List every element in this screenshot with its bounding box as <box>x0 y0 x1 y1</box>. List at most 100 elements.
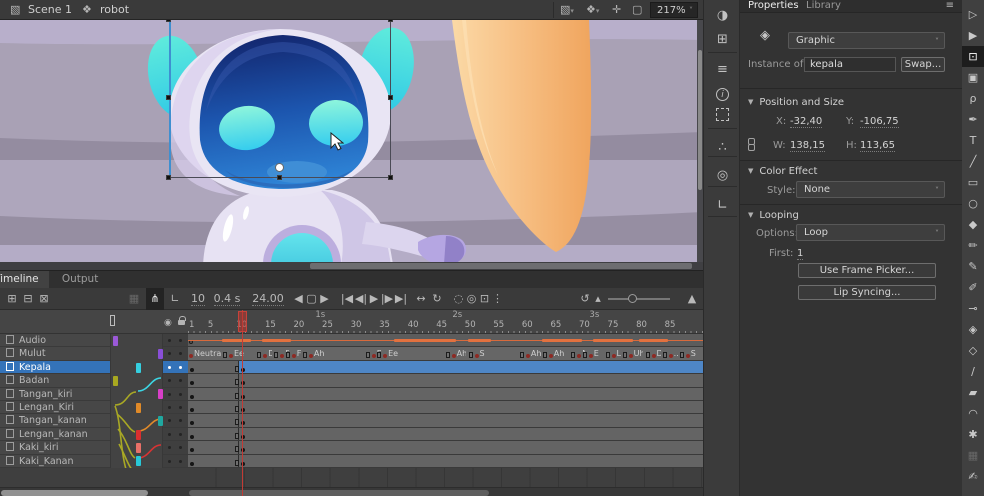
visibility-dot[interactable] <box>168 393 171 396</box>
asset-warp-tool-icon[interactable]: ✱ <box>962 424 984 445</box>
layer-toggles-tangan_kanan[interactable] <box>163 414 188 427</box>
lip-sync-keyframe[interactable] <box>652 354 656 358</box>
instance-name-field[interactable]: kepala <box>804 57 896 72</box>
lock-dot[interactable] <box>179 393 182 396</box>
layer-row-mulut[interactable]: Mulut <box>0 347 110 360</box>
visibility-dot[interactable] <box>168 366 171 369</box>
lock-dot[interactable] <box>179 419 182 422</box>
delete-layer-icon[interactable]: ⊠ <box>36 288 52 310</box>
lasso-tool-icon[interactable]: ρ <box>962 88 984 109</box>
clip-content-icon[interactable]: ▢ <box>632 0 642 20</box>
layer-row-lengan_kiri[interactable]: Lengan_Kiri <box>0 401 110 414</box>
canvas-vscroll-thumb[interactable] <box>698 50 702 190</box>
first-frame-value[interactable]: 1 <box>797 248 803 260</box>
layer-toggles-badan[interactable] <box>163 374 188 387</box>
style-dropdown[interactable]: None˅ <box>796 181 945 198</box>
goto-first-frame-icon[interactable]: |◀ <box>340 288 354 310</box>
center-frame-icon[interactable]: ✛ <box>612 0 621 20</box>
transform-handle-mid-right[interactable] <box>388 95 393 100</box>
text-tool-icon[interactable]: T <box>962 130 984 151</box>
visibility-dot[interactable] <box>168 419 171 422</box>
lock-column-icon[interactable] <box>178 320 185 325</box>
frame-span[interactable] <box>188 401 239 413</box>
lock-dot[interactable] <box>179 366 182 369</box>
tab-timeline[interactable]: Timeline <box>0 271 49 288</box>
symbol-breadcrumb[interactable]: robot <box>100 0 129 20</box>
frame-span[interactable] <box>188 441 239 453</box>
edit-scene-icon[interactable]: ▧▾ <box>560 0 574 20</box>
x-value[interactable]: -32,40 <box>790 116 822 128</box>
step-back-icon[interactable]: ◀| <box>354 288 368 310</box>
visibility-column-icon[interactable]: ◉ <box>164 318 172 328</box>
oval-tool-icon[interactable]: ○ <box>962 193 984 214</box>
elapsed-time-counter[interactable]: 0.4 s <box>213 288 241 310</box>
frame-span[interactable] <box>188 455 239 467</box>
keyframe[interactable] <box>190 421 194 425</box>
lip-sync-keyframe[interactable] <box>475 354 479 358</box>
canvas-hscroll-thumb[interactable] <box>310 263 692 269</box>
color-panel-icon[interactable]: ◑ <box>704 4 741 28</box>
layer-row-tangan_kanan[interactable]: Tangan_kanan <box>0 414 110 427</box>
onion-skin-icon[interactable]: ◌ <box>452 288 465 310</box>
camera-tool-icon[interactable]: ▦ <box>962 445 984 466</box>
use-frame-picker-button[interactable]: Use Frame Picker... <box>798 263 936 278</box>
frame-span[interactable] <box>239 401 707 413</box>
transform-handle-bottom-left[interactable] <box>166 175 171 180</box>
visibility-dot[interactable] <box>168 460 171 463</box>
loop-playback-icon[interactable]: ↻ <box>430 288 444 310</box>
keyframe[interactable] <box>190 381 194 385</box>
w-value[interactable]: 138,15 <box>790 140 825 152</box>
timeline-zoom-knob[interactable] <box>628 294 637 303</box>
frame-span[interactable] <box>188 388 239 400</box>
current-frame-counter[interactable]: 10 <box>189 288 207 310</box>
frame-span[interactable] <box>239 374 707 386</box>
frames-row-lengan_kanan[interactable] <box>188 428 703 441</box>
rig-swatch-lengan_kiri[interactable] <box>136 403 141 413</box>
frames-row-mulut[interactable]: NeutralEeDEeFAhDEeAhSAhAhMELUhD..S <box>188 347 703 360</box>
visibility-dot[interactable] <box>168 433 171 436</box>
paint-bucket-tool-icon[interactable]: ◈ <box>962 319 984 340</box>
frames-row-audio[interactable] <box>188 334 703 347</box>
play-icon[interactable]: ▶ <box>368 288 380 310</box>
section-color-effect[interactable]: ▼Color Effect <box>748 166 817 177</box>
frame-span[interactable] <box>239 441 707 453</box>
lock-dot[interactable] <box>179 433 182 436</box>
h-value[interactable]: 113,65 <box>860 140 895 152</box>
frames-row-lengan_kiri[interactable] <box>188 401 703 414</box>
keyframe[interactable] <box>190 435 194 439</box>
layer-toggles-lengan_kanan[interactable] <box>163 428 188 441</box>
pen-tool-icon[interactable]: ✒ <box>962 109 984 130</box>
layer-toggles-tangan_kiri[interactable] <box>163 388 188 401</box>
selection-tool-icon[interactable]: ▷ <box>962 4 984 25</box>
next-keyframe-icon[interactable]: ▶ <box>318 288 331 310</box>
lock-dot[interactable] <box>179 352 182 355</box>
camera-icon[interactable]: ▦ <box>126 288 142 310</box>
layer-row-badan[interactable]: Badan <box>0 374 110 387</box>
align-panel-icon[interactable]: ≡ <box>704 58 741 82</box>
frames-row-kaki_kiri[interactable] <box>188 441 703 454</box>
layer-row-kaki_kanan[interactable]: Kaki_Kanan <box>0 455 110 468</box>
transform-handle-bottom-right[interactable] <box>388 175 393 180</box>
zoom-out-timeline-icon[interactable]: ▴ <box>592 288 604 310</box>
width-tool-icon[interactable]: ◠ <box>962 403 984 424</box>
y-value[interactable]: -106,75 <box>860 116 899 128</box>
transform-handle-mid-left[interactable] <box>166 95 171 100</box>
frame-rate-counter[interactable]: 24.00 fps <box>246 288 290 310</box>
keyframe[interactable] <box>190 368 194 372</box>
graph-editor-icon[interactable]: ∟ <box>166 288 184 310</box>
frames-row-kaki_kanan[interactable] <box>188 455 703 468</box>
keyframe[interactable] <box>190 448 194 452</box>
link-dimensions-icon[interactable] <box>746 138 756 150</box>
zoom-in-timeline-icon[interactable]: ▲ <box>684 288 700 310</box>
frame-span[interactable] <box>239 361 707 373</box>
layer-row-kaki_kiri[interactable]: Kaki_kiri <box>0 441 110 454</box>
subselection-tool-icon[interactable]: ▶ <box>962 25 984 46</box>
rig-swatch-badan[interactable] <box>113 376 118 386</box>
rectangle-tool-icon[interactable]: ▭ <box>962 172 984 193</box>
timeline-zoom-slider[interactable] <box>608 298 670 300</box>
bone-tool-icon[interactable]: ⊸ <box>962 298 984 319</box>
lock-dot[interactable] <box>179 406 182 409</box>
behavior-dropdown[interactable]: Graphic˅ <box>788 32 945 49</box>
show-parenting-view-icon[interactable]: ⋔ <box>146 288 164 310</box>
layer-row-tangan_kiri[interactable]: Tangan_kiri <box>0 388 110 401</box>
